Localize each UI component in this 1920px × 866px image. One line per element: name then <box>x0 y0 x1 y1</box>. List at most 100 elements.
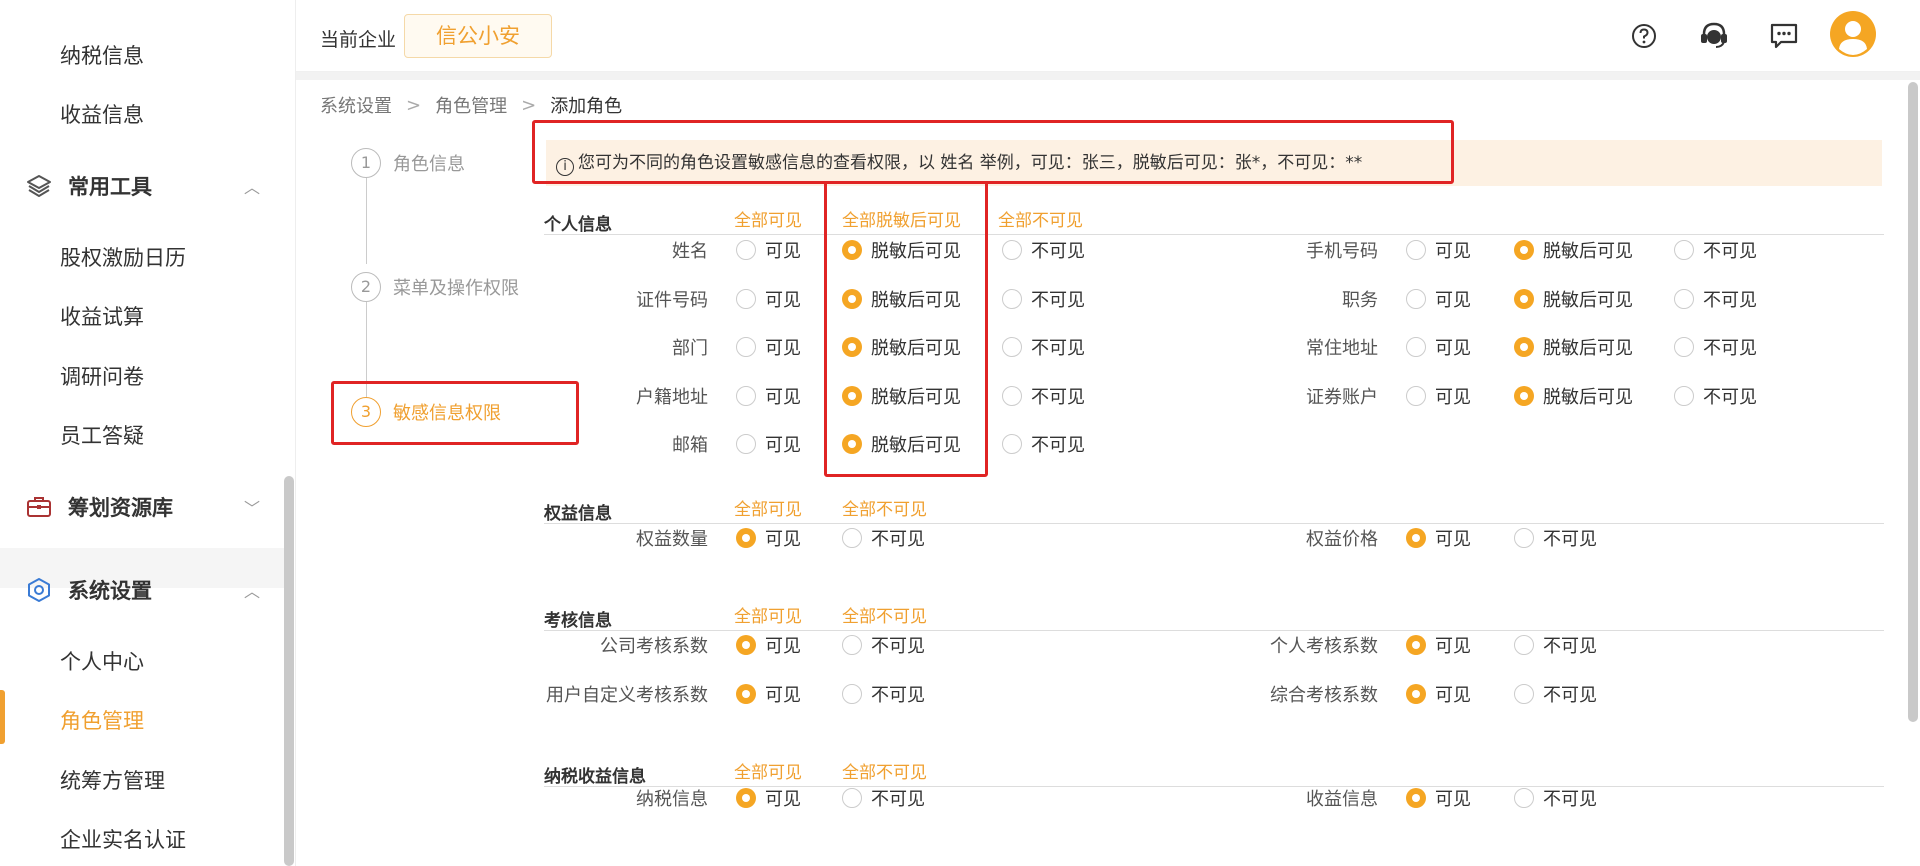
radio-button[interactable] <box>736 788 756 808</box>
radio-option[interactable]: 不可见 <box>1002 383 1085 409</box>
set-all-link[interactable]: 全部可见 <box>734 758 802 783</box>
radio-option[interactable]: 可见 <box>736 632 801 658</box>
radio-button[interactable] <box>842 635 862 655</box>
radio-button[interactable] <box>842 788 862 808</box>
set-all-link[interactable]: 全部可见 <box>734 495 802 520</box>
radio-option[interactable]: 可见 <box>1406 525 1471 551</box>
sidebar-group-resources[interactable]: 筹划资源库 ﹀ <box>26 487 266 527</box>
radio-button[interactable] <box>1514 337 1534 357</box>
radio-button[interactable] <box>1406 240 1426 260</box>
radio-button[interactable] <box>1674 240 1694 260</box>
set-all-link[interactable]: 全部不可见 <box>842 495 927 520</box>
radio-button[interactable] <box>1674 337 1694 357</box>
radio-button[interactable] <box>842 683 862 704</box>
radio-button[interactable] <box>1002 288 1022 309</box>
radio-button[interactable] <box>1514 788 1534 808</box>
radio-option[interactable]: 脱敏后可见 <box>842 237 961 263</box>
radio-button[interactable] <box>1406 683 1426 704</box>
radio-button[interactable] <box>1674 385 1694 406</box>
radio-option[interactable]: 脱敏后可见 <box>1514 286 1633 312</box>
radio-button[interactable] <box>1514 528 1534 548</box>
radio-option[interactable]: 可见 <box>736 237 801 263</box>
radio-button[interactable] <box>1002 385 1022 406</box>
radio-button[interactable] <box>1002 337 1022 357</box>
radio-button[interactable] <box>842 240 862 260</box>
set-all-link[interactable]: 全部不可见 <box>842 602 927 627</box>
set-all-link[interactable]: 全部不可见 <box>842 758 927 783</box>
radio-button[interactable] <box>736 635 756 655</box>
breadcrumb-system-settings[interactable]: 系统设置 <box>320 92 392 118</box>
radio-option[interactable]: 脱敏后可见 <box>842 383 961 409</box>
set-all-link[interactable]: 全部可见 <box>734 602 802 627</box>
radio-option[interactable]: 脱敏后可见 <box>842 431 961 457</box>
radio-option[interactable]: 不可见 <box>1674 383 1757 409</box>
radio-button[interactable] <box>736 385 756 406</box>
radio-button[interactable] <box>1514 385 1534 406</box>
radio-option[interactable]: 不可见 <box>1514 785 1597 811</box>
sidebar-group-tools[interactable]: 常用工具 ︿ <box>26 166 266 206</box>
radio-option[interactable]: 可见 <box>1406 632 1471 658</box>
radio-button[interactable] <box>1406 635 1426 655</box>
radio-button[interactable] <box>842 434 862 454</box>
radio-button[interactable] <box>1406 337 1426 357</box>
radio-button[interactable] <box>842 288 862 309</box>
sidebar-item-coordinator-management[interactable]: 统筹方管理 <box>60 765 165 795</box>
radio-option[interactable]: 可见 <box>736 785 801 811</box>
radio-option[interactable]: 可见 <box>736 334 801 360</box>
radio-option[interactable]: 不可见 <box>1514 525 1597 551</box>
radio-button[interactable] <box>736 683 756 704</box>
radio-option[interactable]: 可见 <box>736 681 801 707</box>
radio-button[interactable] <box>842 385 862 406</box>
radio-button[interactable] <box>1002 240 1022 260</box>
sidebar-item-enterprise-verification[interactable]: 企业实名认证 <box>60 824 186 854</box>
radio-option[interactable]: 可见 <box>1406 237 1471 263</box>
sidebar-item-income-info[interactable]: 收益信息 <box>60 99 144 129</box>
radio-button[interactable] <box>736 288 756 309</box>
breadcrumb-role-management[interactable]: 角色管理 <box>435 92 507 118</box>
sidebar-item-equity-calendar[interactable]: 股权激励日历 <box>60 242 186 272</box>
set-all-link[interactable]: 全部脱敏后可见 <box>842 206 961 231</box>
sidebar-item-survey[interactable]: 调研问卷 <box>60 361 144 391</box>
radio-button[interactable] <box>842 337 862 357</box>
sidebar-item-tax-info[interactable]: 纳税信息 <box>60 40 144 70</box>
main-scrollbar[interactable] <box>1908 82 1918 722</box>
sidebar-item-role-management[interactable]: 角色管理 <box>60 705 144 735</box>
radio-option[interactable]: 不可见 <box>842 785 925 811</box>
radio-button[interactable] <box>1514 683 1534 704</box>
radio-button[interactable] <box>1514 240 1534 260</box>
radio-option[interactable]: 可见 <box>1406 286 1471 312</box>
radio-option[interactable]: 不可见 <box>1674 237 1757 263</box>
step-role-info[interactable]: 1 角色信息 <box>351 148 465 178</box>
radio-option[interactable]: 脱敏后可见 <box>1514 237 1633 263</box>
radio-button[interactable] <box>1406 528 1426 548</box>
radio-option[interactable]: 可见 <box>1406 681 1471 707</box>
radio-option[interactable]: 可见 <box>736 525 801 551</box>
customer-service-icon[interactable] <box>1696 18 1732 54</box>
current-company-selector[interactable]: 信公小安 <box>404 14 552 58</box>
help-icon[interactable] <box>1626 18 1662 54</box>
radio-option[interactable]: 不可见 <box>1674 286 1757 312</box>
radio-button[interactable] <box>736 240 756 260</box>
radio-button[interactable] <box>1674 288 1694 309</box>
radio-option[interactable]: 可见 <box>1406 785 1471 811</box>
radio-button[interactable] <box>736 434 756 454</box>
radio-button[interactable] <box>1514 635 1534 655</box>
radio-button[interactable] <box>1514 288 1534 309</box>
radio-button[interactable] <box>842 528 862 548</box>
message-icon[interactable] <box>1766 18 1802 54</box>
radio-button[interactable] <box>736 337 756 357</box>
radio-option[interactable]: 不可见 <box>1002 237 1085 263</box>
radio-option[interactable]: 不可见 <box>842 681 925 707</box>
sidebar-group-settings[interactable]: 系统设置 ︿ <box>26 570 266 610</box>
radio-option[interactable]: 不可见 <box>1002 286 1085 312</box>
radio-option[interactable]: 脱敏后可见 <box>1514 334 1633 360</box>
radio-button[interactable] <box>1406 385 1426 406</box>
radio-option[interactable]: 可见 <box>736 286 801 312</box>
radio-option[interactable]: 不可见 <box>1514 632 1597 658</box>
set-all-link[interactable]: 全部不可见 <box>998 206 1083 231</box>
radio-option[interactable]: 不可见 <box>1002 431 1085 457</box>
radio-button[interactable] <box>1002 434 1022 454</box>
sidebar-scrollbar[interactable] <box>284 476 294 866</box>
radio-button[interactable] <box>736 528 756 548</box>
radio-option[interactable]: 脱敏后可见 <box>842 286 961 312</box>
